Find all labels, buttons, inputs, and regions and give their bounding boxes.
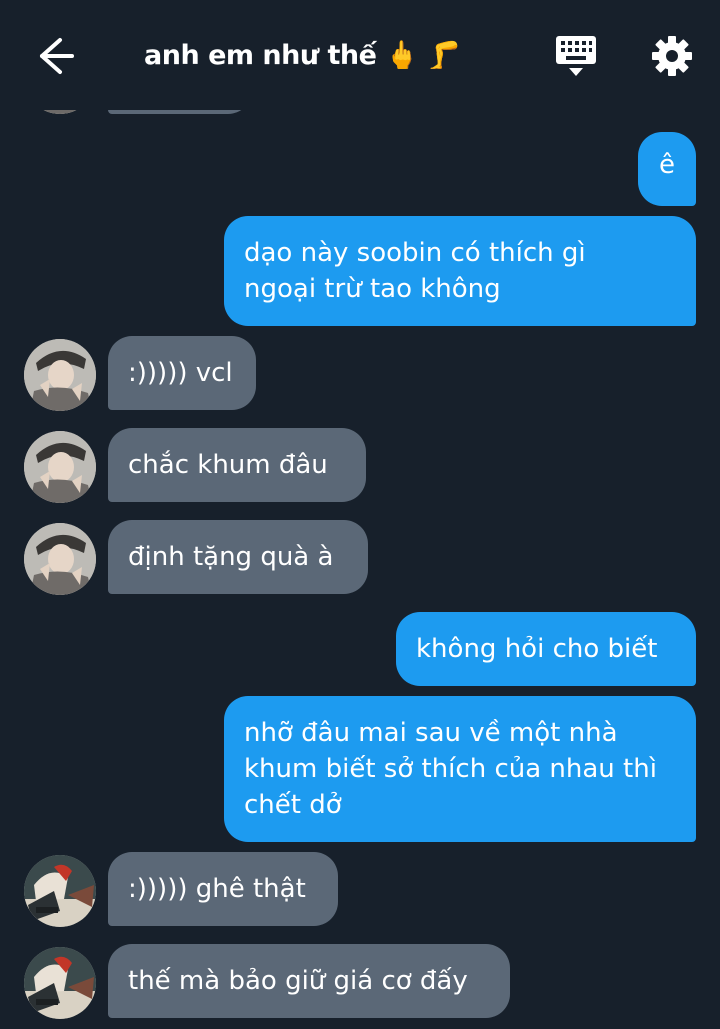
message-list[interactable]: ê dạo này soobin có thích gì ngoại trừ t…: [0, 0, 720, 1029]
message-text: ê: [659, 150, 675, 180]
message-text: nhỡ đâu mai sau về một nhà khum biết sở …: [244, 718, 657, 820]
message-bubble-out[interactable]: dạo này soobin có thích gì ngoại trừ tao…: [224, 216, 696, 326]
message-bubble-out[interactable]: không hỏi cho biết: [396, 612, 696, 686]
avatar[interactable]: [24, 339, 96, 411]
message-text: định tặng quà à: [128, 542, 334, 572]
gear-icon: [652, 36, 692, 76]
message-text: chắc khum đâu: [128, 450, 328, 480]
message-bubble-in[interactable]: :))))) ghê thật: [108, 852, 338, 926]
avatar[interactable]: [24, 855, 96, 927]
chat-header: anh em như thế 🖕 🦵: [0, 0, 720, 110]
message-text: :))))) vcl: [128, 358, 233, 388]
message-text: dạo này soobin có thích gì ngoại trừ tao…: [244, 238, 586, 304]
message-bubble-in[interactable]: :))))) vcl: [108, 336, 256, 410]
avatar[interactable]: [24, 431, 96, 503]
back-button[interactable]: [30, 34, 82, 78]
arrow-left-icon: [40, 38, 74, 74]
message-text: :))))) ghê thật: [128, 874, 306, 904]
message-bubble-in[interactable]: chắc khum đâu: [108, 428, 366, 502]
message-bubble-in[interactable]: thế mà bảo giữ giá cơ đấy: [108, 944, 510, 1018]
message-bubble-in[interactable]: định tặng quà à: [108, 520, 368, 594]
message-text: không hỏi cho biết: [416, 634, 658, 664]
message-bubble-out[interactable]: ê: [638, 132, 696, 206]
settings-button[interactable]: [648, 32, 696, 80]
message-text: thế mà bảo giữ giá cơ đấy: [128, 966, 468, 996]
keyboard-button[interactable]: [552, 32, 600, 80]
message-bubble-out[interactable]: nhỡ đâu mai sau về một nhà khum biết sở …: [224, 696, 696, 842]
avatar[interactable]: [24, 523, 96, 595]
chat-title: anh em như thế 🖕 🦵: [144, 40, 461, 71]
keyboard-icon: [556, 36, 596, 76]
avatar[interactable]: [24, 947, 96, 1019]
